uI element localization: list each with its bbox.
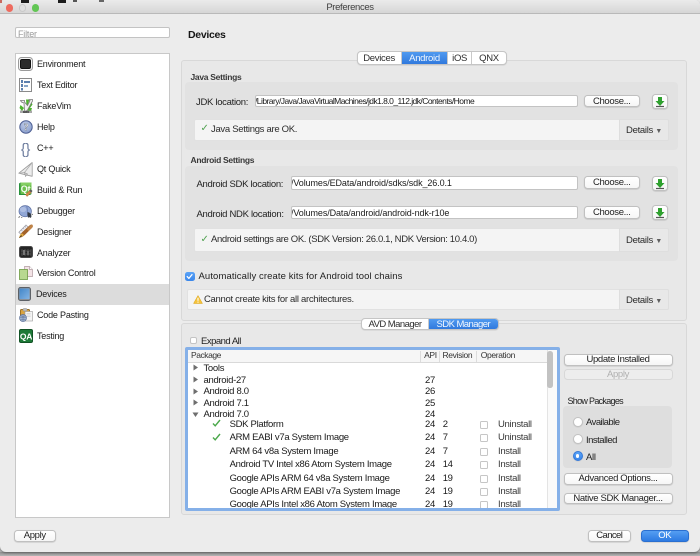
svg-text:QA: QA [20,332,32,342]
svg-text:ado: ado [23,110,30,114]
svg-text:{}: {} [21,141,31,156]
svg-text:?: ? [23,123,28,134]
